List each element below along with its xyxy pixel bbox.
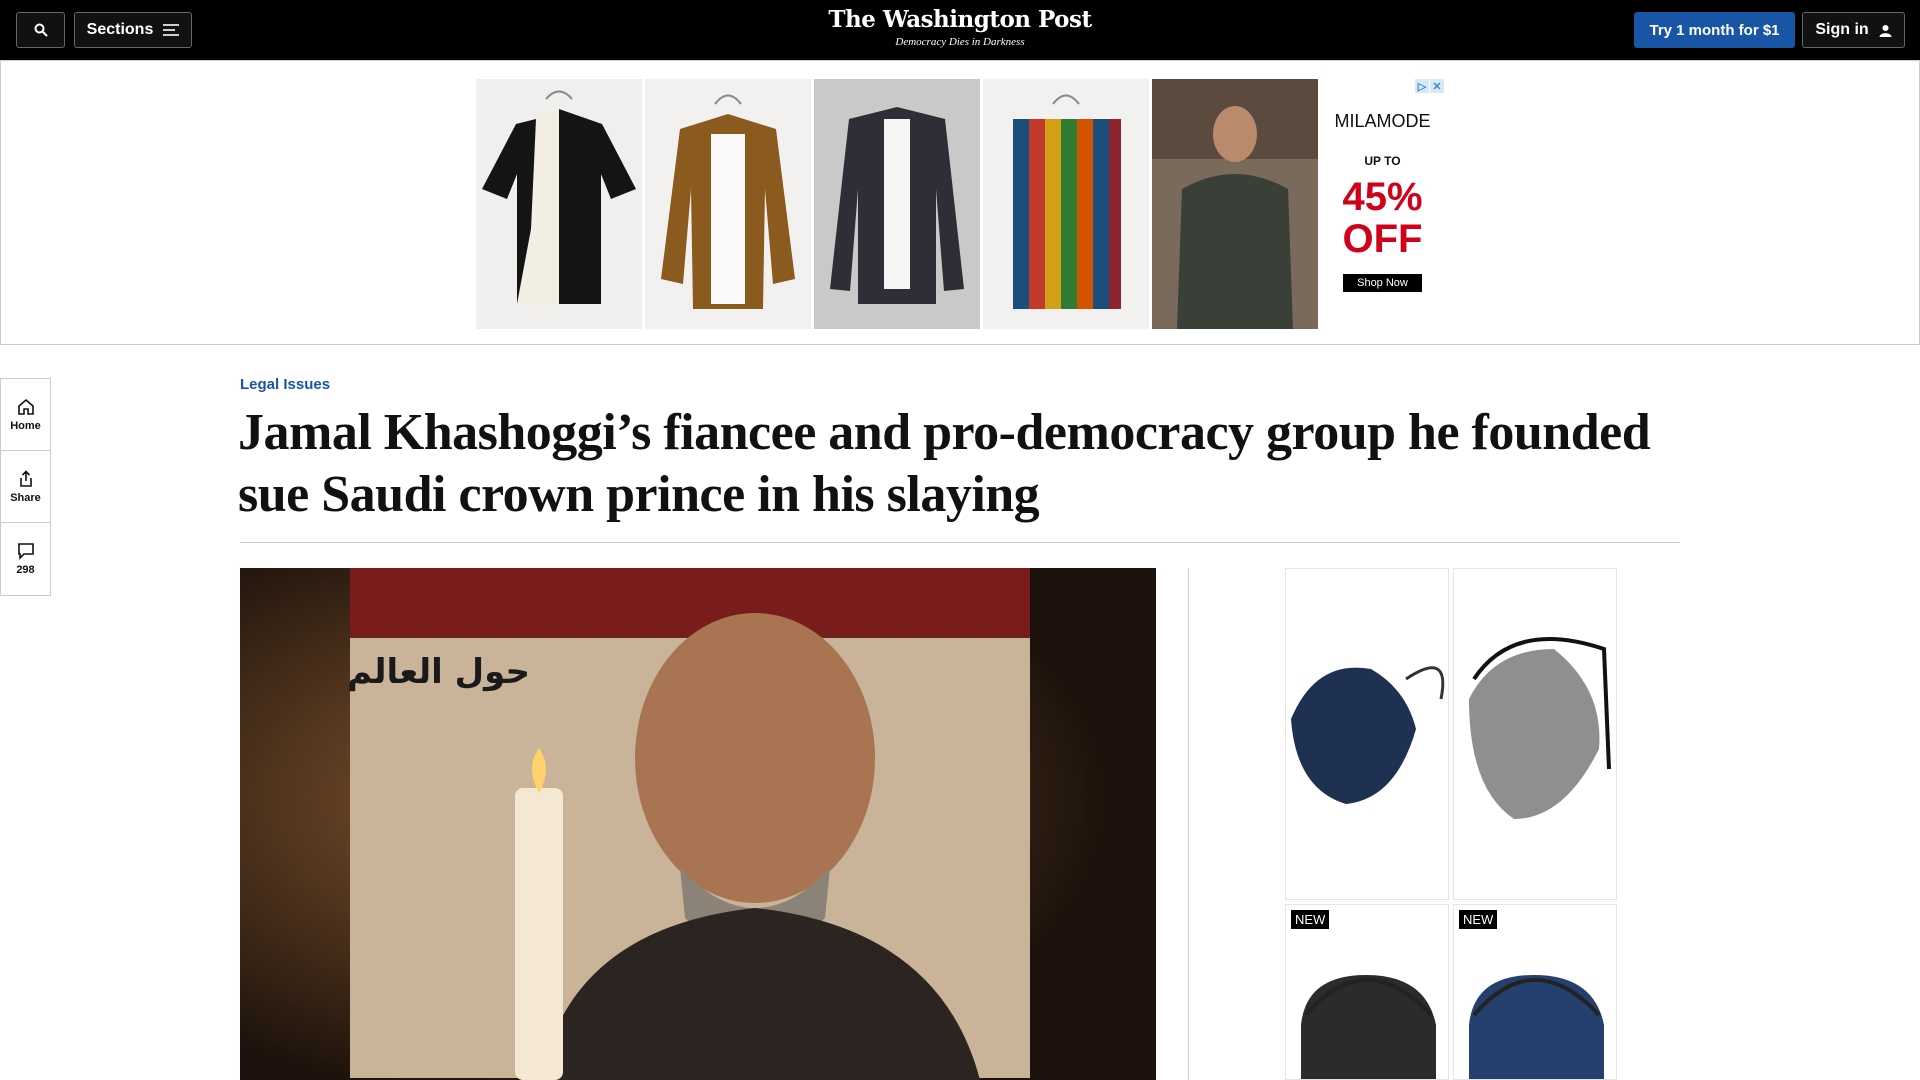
ad-mask-product[interactable] [1285, 568, 1449, 900]
ad-copy-panel[interactable]: ▷ ✕ MILAMODE UP TO 45% OFF Shop Now [1321, 79, 1444, 329]
article-headline: Jamal Khashoggi’s fiancee and pro-democr… [238, 404, 1651, 523]
rail-home-label: Home [10, 419, 41, 432]
ad-brand: MILAMODE [1334, 111, 1431, 131]
photo-sign-text: حول العالم [347, 652, 530, 692]
masthead[interactable]: The Washington Post Democracy Dies in Da… [760, 6, 1160, 48]
ad-model-image[interactable] [1152, 79, 1318, 329]
menu-icon [163, 24, 180, 36]
right-column-divider [1188, 568, 1189, 1080]
ad-discount: 45% [1342, 175, 1423, 219]
user-icon [1879, 24, 1892, 37]
ad-shirt-image[interactable] [645, 79, 811, 329]
headline-divider [240, 542, 1680, 543]
rail-comments-button[interactable]: 298 [1, 523, 50, 595]
site-tagline: Democracy Dies in Darkness [895, 36, 1025, 48]
ad-shirt-image[interactable] [476, 79, 642, 329]
ad-shirt-image[interactable] [814, 79, 980, 329]
top-navigation-bar: Sections The Washington Post Democracy D… [0, 0, 1920, 60]
comment-icon [17, 543, 34, 560]
new-badge: NEW [1459, 910, 1498, 929]
ad-mask-product[interactable] [1453, 568, 1617, 900]
search-icon [34, 23, 48, 37]
rail-home-button[interactable]: Home [1, 379, 50, 451]
search-button[interactable] [16, 12, 65, 48]
rail-share-label: Share [10, 491, 41, 504]
rail-comments-count: 298 [16, 564, 35, 576]
top-banner-ad[interactable]: ▷ ✕ MILAMODE UP TO 45% OFF Shop Now [476, 79, 1446, 329]
adchoices-icon[interactable]: ▷ [1415, 79, 1429, 93]
ad-up-to: UP TO [1364, 154, 1401, 168]
close-ad-icon[interactable]: ✕ [1430, 79, 1444, 93]
ad-choices[interactable]: ▷ ✕ [1415, 79, 1444, 93]
ad-mask-product[interactable]: NEW [1453, 904, 1617, 1080]
site-logo: The Washington Post [828, 6, 1092, 33]
sections-button[interactable]: Sections [74, 12, 192, 48]
home-icon [17, 398, 34, 415]
ad-mask-product[interactable]: NEW [1285, 904, 1449, 1080]
subscribe-trial-button[interactable]: Try 1 month for $1 [1634, 12, 1795, 48]
top-banner-ad-container: ▷ ✕ MILAMODE UP TO 45% OFF Shop Now [0, 60, 1920, 345]
new-badge: NEW [1291, 910, 1330, 929]
article-kicker[interactable]: Legal Issues [240, 376, 330, 393]
right-rail-ad[interactable]: ▷ ✕ NEW NEW [1285, 568, 1617, 1080]
ad-shirt-image[interactable] [983, 79, 1149, 329]
sections-label: Sections [86, 21, 154, 38]
article-lead-photo[interactable]: حول العالم [240, 568, 1156, 1080]
ad-shop-now-button[interactable]: Shop Now [1343, 274, 1422, 292]
article-tools-rail: Home Share 298 [0, 378, 51, 596]
sign-in-button[interactable]: Sign in [1802, 12, 1905, 48]
sign-in-label: Sign in [1815, 21, 1869, 38]
share-icon [19, 469, 32, 487]
rail-share-button[interactable]: Share [1, 451, 50, 523]
ad-off: OFF [1342, 217, 1423, 261]
